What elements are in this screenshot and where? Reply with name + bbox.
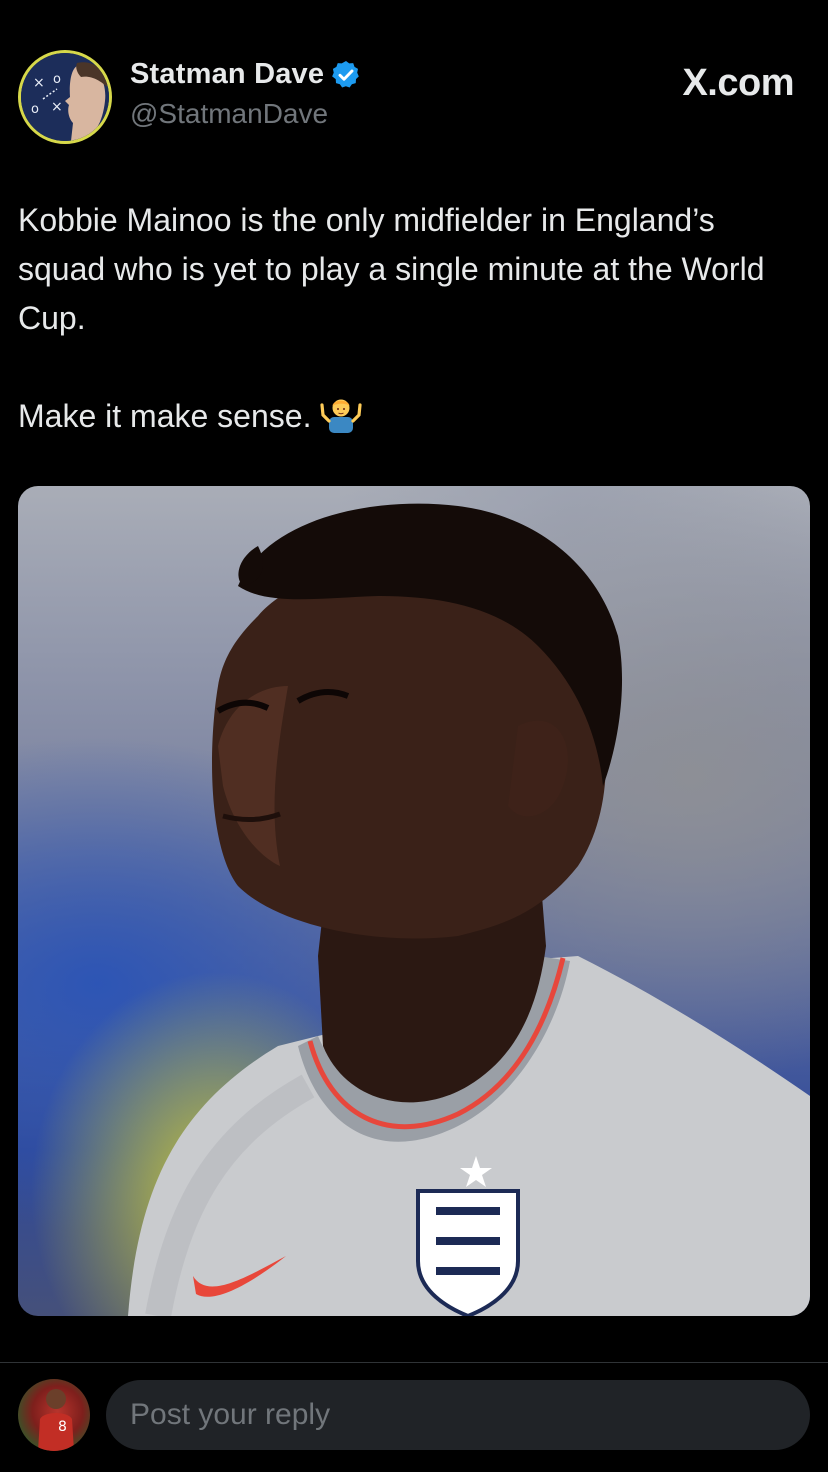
tweet-header: × o o × Statman Dave @StatmanDave X.com (18, 48, 810, 148)
author-name-row: Statman Dave (130, 58, 362, 91)
x-com-logo[interactable]: X.com (682, 62, 794, 105)
author-display-name[interactable]: Statman Dave (130, 58, 324, 91)
tactics-board-avatar-icon: × o o × (21, 53, 109, 141)
player-portrait-illustration (128, 503, 810, 1316)
reply-input[interactable]: Post your reply (106, 1380, 810, 1450)
user-avatar[interactable]: 8 (18, 1379, 90, 1451)
verified-badge-icon (332, 60, 360, 88)
person-shrugging-emoji-icon (320, 399, 362, 433)
svg-text:o: o (31, 102, 39, 117)
tweet-screen: × o o × Statman Dave @StatmanDave X.com … (0, 0, 828, 1472)
svg-text:o: o (53, 72, 61, 87)
reply-placeholder: Post your reply (130, 1398, 331, 1431)
author-handle[interactable]: @StatmanDave (130, 98, 328, 130)
author-avatar[interactable]: × o o × (18, 50, 112, 144)
tweet-body: Kobbie Mainoo is the only midfielder in … (18, 196, 810, 441)
svg-text:×: × (33, 75, 45, 91)
svg-text:×: × (51, 99, 63, 115)
reply-divider (0, 1362, 828, 1363)
tweet-media-photo[interactable] (18, 486, 810, 1316)
tweet-paragraph-2-row: Make it make sense. (18, 392, 810, 441)
tweet-paragraph-1: Kobbie Mainoo is the only midfielder in … (18, 202, 765, 336)
svg-text:8: 8 (58, 1419, 67, 1435)
user-avatar-image: 8 (38, 1389, 74, 1451)
tweet-paragraph-2: Make it make sense. (18, 398, 312, 434)
